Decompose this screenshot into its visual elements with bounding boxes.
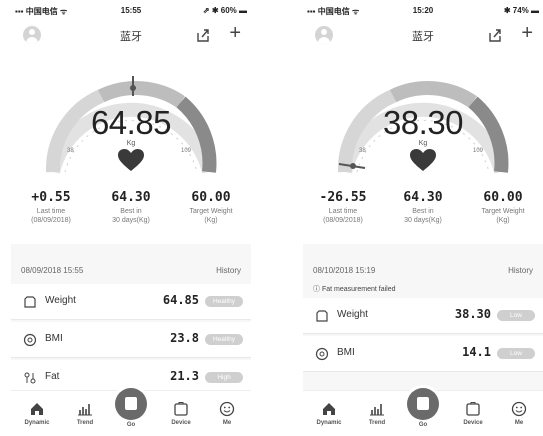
gauge-min-label: 38 — [67, 148, 74, 154]
list-header: 08/09/2018 15:55 History — [21, 266, 241, 275]
list-header: 08/10/2018 15:19 History — [313, 266, 533, 275]
home-icon — [31, 403, 43, 415]
status-badge: Healthy — [205, 296, 243, 307]
stat-last-time: -26.55 Last time (08/09/2018) — [319, 190, 367, 224]
go-button[interactable] — [115, 388, 147, 420]
history-link[interactable]: History — [508, 266, 533, 275]
go-button[interactable] — [407, 388, 439, 420]
app-header: 蓝牙 + — [11, 23, 251, 50]
list-item-weight[interactable]: Weight 64.85 Healthy — [11, 284, 251, 320]
tab-dynamic[interactable]: Dynamic — [307, 401, 351, 426]
plus-icon[interactable]: + — [521, 23, 533, 43]
tab-trend[interactable]: Trend — [355, 401, 399, 426]
smile-icon — [219, 401, 235, 417]
section-divider — [303, 244, 543, 258]
phone-screen-left: ▪▪▪ 中国电信 ᯤ 15:55 ⇗ ✱ 60% ▬ 蓝牙 + 38 109 6… — [11, 0, 251, 436]
page-title: 蓝牙 — [412, 31, 434, 43]
gauge-max-label: 109 — [473, 148, 484, 154]
share-icon[interactable] — [195, 27, 211, 43]
battery-status: ✱ 74% ▬ — [503, 6, 539, 15]
tab-trend[interactable]: Trend — [63, 401, 107, 426]
gauge-max-label: 109 — [181, 148, 192, 154]
home-icon — [323, 403, 335, 415]
weight-unit: Kg — [418, 140, 428, 147]
fat-icon — [24, 372, 36, 384]
weight-unit: Kg — [126, 140, 136, 147]
tab-me[interactable]: Me — [205, 401, 249, 426]
heart-icon — [118, 149, 144, 171]
trend-icon — [78, 404, 92, 416]
app-header: 蓝牙 + — [303, 23, 543, 50]
stat-target-weight: 60.00 Target Weight (Kg) — [189, 190, 233, 224]
tab-me[interactable]: Me — [497, 401, 541, 426]
bmi-icon — [315, 347, 329, 361]
smile-icon — [511, 401, 527, 417]
tab-device[interactable]: Device — [451, 401, 495, 426]
status-bar: ▪▪▪ 中国电信 ᯤ 15:55 ⇗ ✱ 60% ▬ — [11, 6, 251, 18]
heart-icon — [410, 149, 436, 171]
weight-icon — [24, 296, 36, 308]
status-badge: Low — [497, 310, 535, 321]
section-divider — [11, 244, 251, 258]
battery-status: ⇗ ✱ 60% ▬ — [202, 6, 247, 15]
bottom-tab-bar: Dynamic Trend Go Device Me — [11, 388, 251, 436]
summary-stats: -26.55 Last time (08/09/2018) 64.30 Best… — [303, 190, 543, 234]
bottom-tab-bar: Dynamic Trend Go Device Me — [303, 388, 543, 436]
tab-dynamic[interactable]: Dynamic — [15, 401, 59, 426]
fat-failed-warning: ⓘ Fat measurement failed — [313, 286, 396, 293]
device-icon — [174, 402, 188, 416]
status-bar: ▪▪▪ 中国电信 ᯤ 15:20 ✱ 74% ▬ — [303, 6, 543, 18]
phone-screen-right: ▪▪▪ 中国电信 ᯤ 15:20 ✱ 74% ▬ 蓝牙 + 38 109 38.… — [303, 0, 543, 436]
list-item-bmi[interactable]: BMI 14.1 Low — [303, 336, 543, 372]
share-icon[interactable] — [487, 27, 503, 43]
plus-icon[interactable]: + — [229, 23, 241, 43]
summary-stats: +0.55 Last time (08/09/2018) 64.30 Best … — [11, 190, 251, 234]
measurement-list: 08/09/2018 15:55 History Weight 64.85 He… — [11, 258, 251, 396]
go-label: Go — [126, 422, 136, 428]
status-badge: Healthy — [205, 334, 243, 345]
status-badge: High — [205, 372, 243, 383]
weight-reading: 38.30 — [382, 104, 464, 141]
bmi-icon — [23, 333, 37, 347]
page-title: 蓝牙 — [120, 31, 142, 43]
trend-icon — [370, 404, 384, 416]
history-link[interactable]: History — [216, 266, 241, 275]
go-label: Go — [418, 422, 428, 428]
measurement-date: 08/10/2018 15:19 — [313, 266, 376, 275]
device-icon — [466, 402, 480, 416]
status-badge: Low — [497, 348, 535, 359]
stat-last-time: +0.55 Last time (08/09/2018) — [31, 190, 71, 224]
tab-device[interactable]: Device — [159, 401, 203, 426]
list-item-weight[interactable]: Weight 38.30 Low — [303, 298, 543, 334]
stat-best-30-days: 64.30 Best in 30 days(Kg) — [403, 190, 443, 224]
measurement-date: 08/09/2018 15:55 — [21, 266, 84, 275]
weight-icon — [316, 310, 328, 322]
weight-reading: 64.85 — [90, 104, 172, 141]
gauge-min-label: 38 — [359, 148, 366, 154]
stat-best-30-days: 64.30 Best in 30 days(Kg) — [111, 190, 151, 224]
measurement-list: 08/10/2018 15:19 History ⓘ Fat measureme… — [303, 258, 543, 390]
list-item-bmi[interactable]: BMI 23.8 Healthy — [11, 322, 251, 358]
stat-target-weight: 60.00 Target Weight (Kg) — [481, 190, 525, 224]
